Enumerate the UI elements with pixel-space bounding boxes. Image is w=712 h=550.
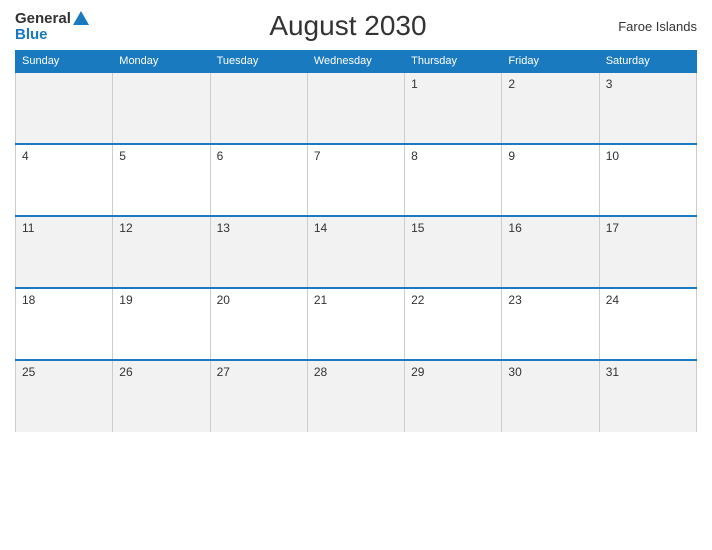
day-cell: 23	[502, 288, 599, 360]
day-number: 22	[411, 293, 424, 307]
day-number: 10	[606, 149, 619, 163]
logo: General Blue	[15, 11, 89, 42]
days-of-week-row: Sunday Monday Tuesday Wednesday Thursday…	[16, 51, 697, 73]
day-number: 5	[119, 149, 126, 163]
week-row-2: 4 5 6 7 8 9 10	[16, 144, 697, 216]
day-cell: 25	[16, 360, 113, 432]
day-number: 15	[411, 221, 424, 235]
day-number: 27	[217, 365, 230, 379]
day-cell: 19	[113, 288, 210, 360]
day-number: 2	[508, 77, 515, 91]
day-number: 28	[314, 365, 327, 379]
day-number: 3	[606, 77, 613, 91]
day-cell	[16, 72, 113, 144]
day-cell: 27	[210, 360, 307, 432]
day-number: 24	[606, 293, 619, 307]
calendar-header: Sunday Monday Tuesday Wednesday Thursday…	[16, 51, 697, 73]
day-number: 26	[119, 365, 132, 379]
day-number: 29	[411, 365, 424, 379]
col-monday: Monday	[113, 51, 210, 73]
day-number: 17	[606, 221, 619, 235]
day-number: 13	[217, 221, 230, 235]
day-cell: 2	[502, 72, 599, 144]
day-cell: 28	[307, 360, 404, 432]
day-number: 30	[508, 365, 521, 379]
day-cell: 11	[16, 216, 113, 288]
day-cell: 3	[599, 72, 696, 144]
day-cell: 15	[405, 216, 502, 288]
col-friday: Friday	[502, 51, 599, 73]
col-tuesday: Tuesday	[210, 51, 307, 73]
day-cell: 13	[210, 216, 307, 288]
day-cell: 14	[307, 216, 404, 288]
day-cell: 26	[113, 360, 210, 432]
logo-triangle-icon	[73, 11, 89, 25]
day-cell	[113, 72, 210, 144]
day-number: 8	[411, 149, 418, 163]
logo-general-text: General	[15, 11, 71, 26]
col-sunday: Sunday	[16, 51, 113, 73]
day-number: 31	[606, 365, 619, 379]
day-cell: 31	[599, 360, 696, 432]
day-number: 1	[411, 77, 418, 91]
calendar-title: August 2030	[89, 10, 607, 42]
day-number: 21	[314, 293, 327, 307]
day-cell: 20	[210, 288, 307, 360]
day-cell: 16	[502, 216, 599, 288]
col-saturday: Saturday	[599, 51, 696, 73]
day-number: 23	[508, 293, 521, 307]
day-cell: 7	[307, 144, 404, 216]
day-cell: 21	[307, 288, 404, 360]
day-cell: 6	[210, 144, 307, 216]
day-cell: 1	[405, 72, 502, 144]
calendar-table: Sunday Monday Tuesday Wednesday Thursday…	[15, 50, 697, 432]
day-cell: 30	[502, 360, 599, 432]
day-cell: 22	[405, 288, 502, 360]
day-cell: 10	[599, 144, 696, 216]
week-row-4: 18 19 20 21 22 23 24	[16, 288, 697, 360]
day-cell	[210, 72, 307, 144]
header: General Blue August 2030 Faroe Islands	[15, 10, 697, 42]
day-cell: 17	[599, 216, 696, 288]
region-label: Faroe Islands	[607, 19, 697, 34]
day-number: 12	[119, 221, 132, 235]
logo-blue-text: Blue	[15, 27, 48, 42]
day-number: 19	[119, 293, 132, 307]
col-wednesday: Wednesday	[307, 51, 404, 73]
day-cell: 24	[599, 288, 696, 360]
day-cell: 5	[113, 144, 210, 216]
day-number: 18	[22, 293, 35, 307]
day-number: 7	[314, 149, 321, 163]
day-number: 14	[314, 221, 327, 235]
col-thursday: Thursday	[405, 51, 502, 73]
day-cell: 4	[16, 144, 113, 216]
day-cell: 18	[16, 288, 113, 360]
day-number: 6	[217, 149, 224, 163]
day-number: 16	[508, 221, 521, 235]
day-cell: 12	[113, 216, 210, 288]
day-number: 4	[22, 149, 29, 163]
week-row-1: 1 2 3	[16, 72, 697, 144]
day-number: 9	[508, 149, 515, 163]
week-row-5: 25 26 27 28 29 30 31	[16, 360, 697, 432]
day-number: 11	[22, 221, 34, 235]
calendar-page: General Blue August 2030 Faroe Islands S…	[0, 0, 712, 550]
calendar-body: 1234567891011121314151617181920212223242…	[16, 72, 697, 432]
week-row-3: 11 12 13 14 15 16 17	[16, 216, 697, 288]
day-cell: 29	[405, 360, 502, 432]
day-cell	[307, 72, 404, 144]
day-cell: 9	[502, 144, 599, 216]
day-cell: 8	[405, 144, 502, 216]
day-number: 20	[217, 293, 230, 307]
day-number: 25	[22, 365, 35, 379]
